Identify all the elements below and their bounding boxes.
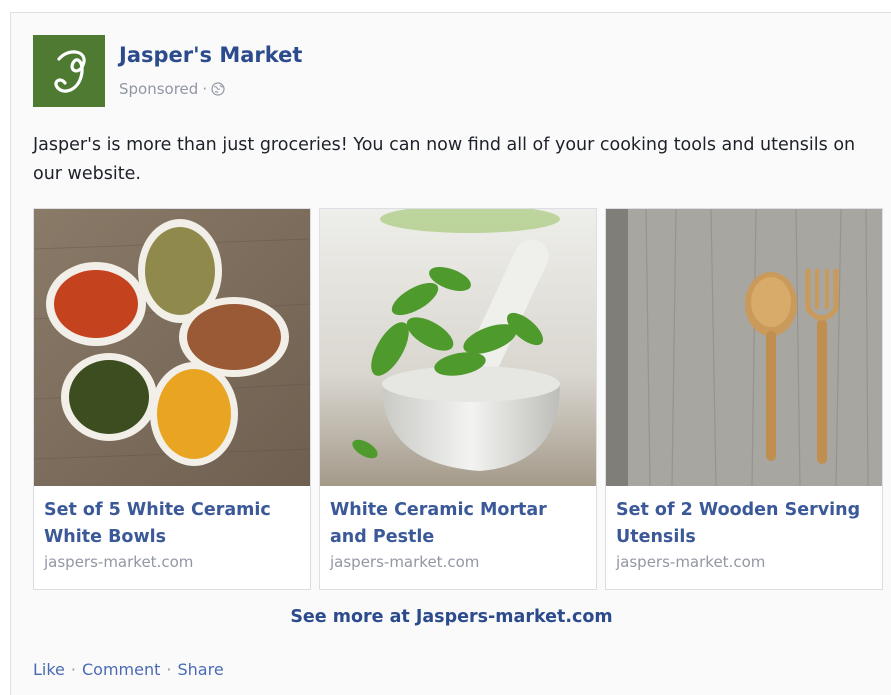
see-more-link[interactable]: See more at Jaspers-market.com (11, 607, 891, 627)
jaspers-logo-icon (54, 50, 86, 93)
share-link[interactable]: Share (177, 660, 223, 679)
action-separator: · (70, 660, 76, 679)
carousel-item-mortar[interactable]: White Ceramic Mortar and Pestle jaspers-… (319, 208, 597, 590)
spice-bowls-image (34, 209, 310, 486)
wooden-utensils-image (606, 209, 882, 486)
sponsored-label[interactable]: Sponsored (119, 80, 198, 98)
mortar-pestle-image (320, 209, 596, 486)
action-separator: · (166, 660, 172, 679)
page-logo[interactable] (33, 35, 105, 107)
post-actions: Like · Comment · Share (33, 660, 224, 679)
carousel-domain: jaspers-market.com (616, 553, 766, 571)
page-name-link[interactable]: Jasper's Market (119, 43, 302, 67)
carousel-title[interactable]: White Ceramic Mortar and Pestle (330, 497, 588, 551)
carousel-domain: jaspers-market.com (44, 553, 194, 571)
carousel-item-bowls[interactable]: Set of 5 White Ceramic White Bowls jaspe… (33, 208, 311, 590)
like-link[interactable]: Like (33, 660, 65, 679)
post-body-text: Jasper's is more than just groceries! Yo… (33, 135, 856, 184)
meta-separator: · (202, 80, 208, 98)
carousel-item-utensils[interactable]: Set of 2 Wooden Serving Utensils jaspers… (605, 208, 883, 590)
post-meta: Sponsored · (119, 80, 225, 98)
carousel-title[interactable]: Set of 2 Wooden Serving Utensils (616, 497, 874, 551)
globe-icon (211, 82, 225, 96)
sponsored-post-card: Jasper's Market Sponsored · Jasper's is … (10, 12, 891, 695)
comment-link[interactable]: Comment (82, 660, 160, 679)
carousel-domain: jaspers-market.com (330, 553, 480, 571)
carousel-title[interactable]: Set of 5 White Ceramic White Bowls (44, 497, 302, 551)
